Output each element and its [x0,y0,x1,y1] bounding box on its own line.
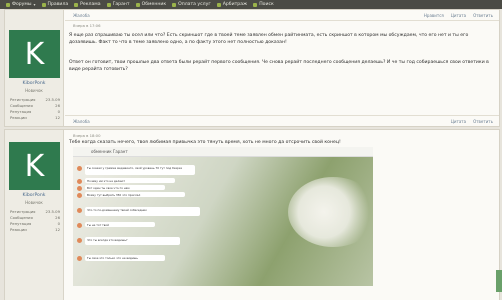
nav-label: Поиск [259,2,274,7]
author-stat: Регистрация 23.5.09 [10,209,60,214]
chat-header: обменник Гарант [73,147,373,157]
post-header: Жалоба Нравится Цитата Ответить [65,10,499,21]
author-name[interactable]: KiborPonk [5,81,63,86]
chat-message: Ты свое это только что не видишь [85,255,165,261]
author-stat: Сообщения 26 [10,215,60,220]
author-rank: Новичок [25,200,43,205]
reply-button[interactable]: Ответить [473,13,493,18]
top-nav: Форумы ▾ Правила Реклама Гарант Обменник Оплат… [0,0,502,9]
nav-icon [41,2,46,7]
author-stat: Реакции 12 [10,115,60,120]
chat-avatar [77,223,82,228]
like-button[interactable]: Нравится [424,13,444,18]
nav-icon [135,2,140,7]
nav-item[interactable]: Обменник [135,2,167,7]
post-actions: Нравится Цитата Ответить [417,13,493,18]
chat-avatar [77,256,82,261]
nav-item[interactable]: Гарант [106,2,130,7]
author-stat: Регистрация 23.5.09 [10,97,60,102]
post-actions: Цитата Ответить [444,119,493,124]
author-rank: Новичок [25,88,43,93]
chat-avatar [77,166,82,171]
post-date: Вчера в 17:06 [73,23,101,28]
nav-item[interactable]: Арбитраж [216,2,248,7]
author-stat: Репутация 0 [10,221,60,226]
nav-item[interactable]: Форумы ▾ [6,2,36,7]
nav-label: Обменник [141,2,167,7]
chat-screenshot[interactable]: обменник Гарант Ты сказал у грамма медиа… [73,147,373,286]
post-text: Я еще раз спрашиваю ты осел или что? Ест… [69,33,469,45]
post-author-panel: K KiborPonk Новичок Регистрация 23.5.09 С… [5,10,64,126]
nav-icon [216,2,221,7]
nav-label: Арбитраж [222,2,248,7]
chat-message: Что ты всегда это видишь? [85,237,180,245]
post-date: Вчера в 18:00 [73,133,101,138]
chat-message: Что-то по-домашнему твоей собеседник [85,207,200,216]
avatar[interactable]: K [9,30,60,78]
author-stat: Сообщения 26 [10,103,60,108]
avatar[interactable]: K [9,142,60,190]
author-name[interactable]: KiborPonk [5,193,63,198]
nav-item[interactable]: Оплата услуг [172,2,211,7]
nav-icon [172,2,177,7]
chat-message: Ты сказал у грамма медиаинто, свой урове… [85,165,195,175]
chat-message: Вот один ты свое что-то нам [85,185,165,190]
nav-icon [253,2,258,7]
complaint-link[interactable]: Жалоба [73,13,90,18]
chat-message: Почему им это не делают [85,178,175,183]
quote-button[interactable]: Цитата [451,13,466,18]
chat-message: Всему тут выбрать 350 что прислал [85,192,185,197]
nav-icon [6,2,10,7]
nav-label: Оплата услуг [178,2,211,7]
chat-avatar [77,193,82,198]
nav-label: Форумы [12,2,32,7]
nav-label: Правила [47,2,69,7]
nav-label: Реклама [80,2,101,7]
quote-button[interactable]: Цитата [451,119,466,124]
post-footer: Жалоба Цитата Ответить [65,115,499,126]
reply-button[interactable]: Ответить [473,119,493,124]
forum-post: K KiborPonk Новичок Регистрация 23.5.09 С… [4,129,500,300]
forum-post: K KiborPonk Новичок Регистрация 23.5.09 С… [4,9,500,127]
chevron-down-icon: ▾ [33,2,36,7]
chat-avatar [77,179,82,184]
post-text: Тебе когда сказать нечего, твоя любимая … [69,140,341,145]
chat-message: Ты не тот твой [85,222,155,227]
scroll-to-bottom-button[interactable] [496,270,502,292]
chat-avatar [77,238,82,243]
author-stat: Репутация 0 [10,109,60,114]
nav-item[interactable]: Правила [41,2,69,7]
nav-icon [74,2,79,7]
post-author-panel: K KiborPonk Новичок Регистрация 23.5.09 С… [5,130,64,300]
background-flower [288,177,373,247]
chat-avatar [77,208,82,213]
nav-icon [106,2,111,7]
nav-item[interactable]: Поиск [253,2,274,7]
post-text: Ответ он готовит, твои прошлые два ответ… [69,60,489,72]
nav-label: Гарант [112,2,130,7]
nav-item[interactable]: Реклама [74,2,101,7]
chat-avatar [77,186,82,191]
author-stat: Реакции 12 [10,227,60,232]
complaint-link[interactable]: Жалоба [73,119,90,124]
thread-scroll-area: K KiborPonk Новичок Регистрация 23.5.09 С… [0,9,502,300]
